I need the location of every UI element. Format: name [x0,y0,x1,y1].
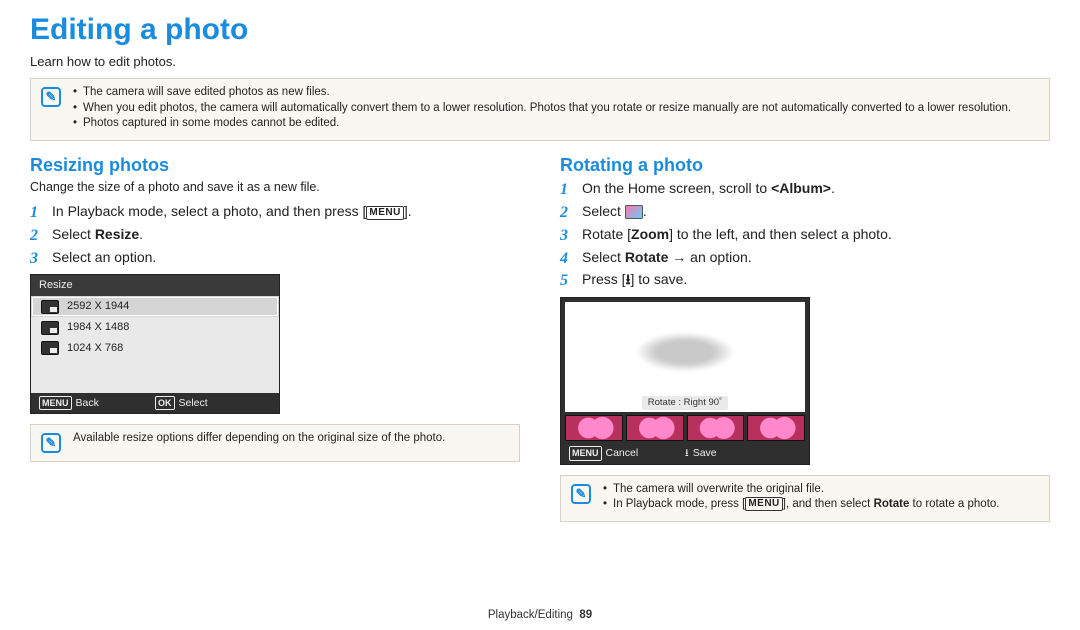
step-text: Select [582,203,625,219]
resize-option-label: 1024 X 768 [67,341,123,356]
pencil-icon: ✎ [571,484,591,504]
top-note-item: The camera will save edited photos as ne… [73,85,1011,101]
page-subtitle: Learn how to edit photos. [30,53,1050,71]
rotate-cancel-button[interactable]: MENU Cancel [569,446,685,460]
pencil-icon: ✎ [41,433,61,453]
resize-step: In Playback mode, select a photo, and th… [30,202,520,221]
footer-page-number: 89 [579,609,592,621]
step-text: Select [582,249,625,265]
menu-token-icon: MENU [569,446,602,460]
rotate-canvas: Rotate : Right 90˚ [565,302,805,412]
edit-tool-icon [625,205,643,219]
resize-option[interactable]: 1024 X 768 [31,338,279,359]
rotate-step: Select . [560,202,1050,221]
resize-dialog-title: Resize [31,275,279,296]
resize-notebox: ✎ Available resize options differ depend… [30,424,520,462]
rotate-note-item: The camera will overwrite the original f… [603,482,1000,498]
step-text: On the Home screen, scroll to [582,180,771,196]
column-resizing: Resizing photos Change the size of a pho… [30,153,520,534]
note-text: In Playback mode, press [ [613,498,745,510]
save-icon: ⭳ [685,446,689,460]
rotate-thumb-strip [561,412,809,443]
select-label: Select [179,396,208,410]
resize-option-label: 1984 X 1488 [67,320,129,335]
page-title: Editing a photo [30,10,1050,51]
rotate-ghost-image [635,332,735,372]
rotate-thumb[interactable] [747,415,805,441]
step-text: → an option. [668,249,751,265]
section-heading-rotating: Rotating a photo [560,153,1050,177]
footer-section: Playback/Editing [488,609,573,621]
menu-token-icon: MENU [745,497,782,511]
top-note-item: When you edit photos, the camera will au… [73,101,1011,117]
menu-token-icon: MENU [366,206,403,220]
rotate-notebox: ✎ The camera will overwrite the original… [560,475,1050,522]
step-text: Press [ [582,271,626,287]
step-text: . [643,203,647,219]
note-text: to rotate a photo. [909,498,999,510]
section-heading-resizing: Resizing photos [30,153,520,177]
resize-option-label: 2592 X 1944 [67,299,129,314]
step-text: In Playback mode, select a photo, and th… [52,203,366,219]
top-note-item: Photos captured in some modes cannot be … [73,116,1011,132]
step-text: Rotate [ [582,226,631,242]
size-icon [41,300,59,314]
column-rotating: Rotating a photo On the Home screen, scr… [560,153,1050,534]
step-text-bold: Zoom [631,226,669,242]
rotate-thumb[interactable] [626,415,684,441]
size-icon [41,321,59,335]
back-label: Back [76,396,99,410]
rotate-step: Select Rotate → an option. [560,248,1050,267]
step-text-bold: <Album> [771,180,831,196]
size-icon [41,341,59,355]
rotate-step: Rotate [Zoom] to the left, and then sele… [560,225,1050,244]
note-text: ], and then select [783,498,874,510]
rotate-step: Press [⭳] to save. [560,270,1050,289]
step-text: . [831,180,835,196]
ok-token-icon: OK [155,396,175,410]
rotate-save-button[interactable]: ⭳ Save [685,446,801,460]
resize-option[interactable]: 1984 X 1488 [31,317,279,338]
page-footer: Playback/Editing 89 [0,608,1080,624]
rotate-caption: Rotate : Right 90˚ [642,396,728,411]
step-text-bold: Rotate [625,249,669,265]
resize-note-text: Available resize options differ dependin… [73,431,445,447]
step-text: ] to the left, and then select a photo. [669,226,892,242]
rotate-note-item: In Playback mode, press [MENU], and then… [603,497,1000,513]
cancel-label: Cancel [606,446,639,460]
rotate-thumb[interactable] [565,415,623,441]
resize-option[interactable]: 2592 X 1944 [31,296,279,317]
rotate-thumb[interactable] [687,415,745,441]
step-text: Select [52,226,95,242]
note-text-bold: Rotate [874,498,910,510]
dialog-back-button[interactable]: MENU Back [39,396,155,410]
top-notebox: ✎ The camera will save edited photos as … [30,78,1050,141]
menu-token-icon: MENU [39,396,72,410]
resize-step: Select an option. [30,248,520,267]
dialog-select-button[interactable]: OK Select [155,396,271,410]
step-text-bold: Resize [95,226,139,242]
step-text: ] to save. [630,271,687,287]
resize-dialog: Resize 2592 X 1944 1984 X 1488 1024 X 76… [30,274,280,414]
step-text: . [139,226,143,242]
section-sub-resizing: Change the size of a photo and save it a… [30,179,520,196]
resize-step: Select Resize. [30,225,520,244]
rotate-preview: Rotate : Right 90˚ MENU Cancel ⭳ Save [560,297,810,464]
step-text: ]. [404,203,412,219]
save-label: Save [693,446,717,460]
rotate-step: On the Home screen, scroll to <Album>. [560,179,1050,198]
pencil-icon: ✎ [41,87,61,107]
